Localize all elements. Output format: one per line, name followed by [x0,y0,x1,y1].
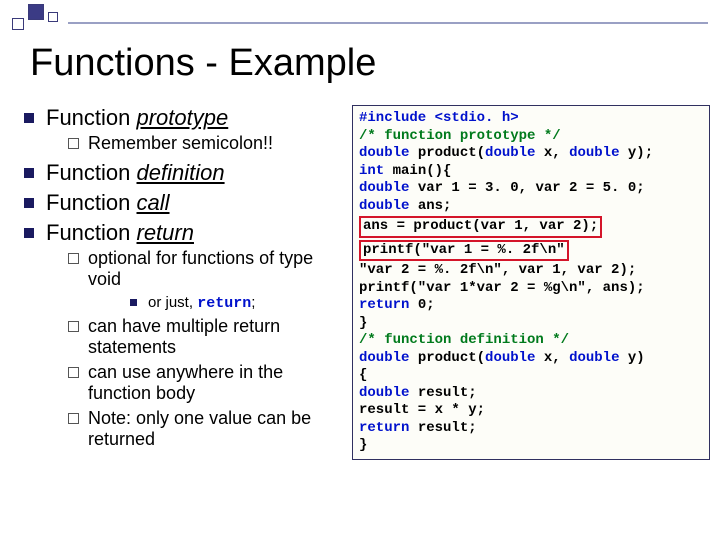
bullet-column: Function prototype Remember semicolon!! … [20,105,346,460]
slide-content: Function prototype Remember semicolon!! … [20,105,710,460]
bullet-return: Function return optional for functions o… [20,220,346,450]
sub-semicolon: Remember semicolon!! [46,133,346,154]
sub-optional-void: optional for functions of type void or j… [46,248,346,312]
code-block: #include <stdio. h> /* function prototyp… [352,105,710,460]
sub-anywhere-body: can use anywhere in the function body [46,362,346,404]
slide-title: Functions - Example [30,42,376,85]
slide-decoration [0,0,120,30]
sub-multiple-return: can have multiple return statements [46,316,346,358]
bullet-call: Function call [20,190,346,216]
highlight-call: ans = product(var 1, var 2); [359,216,602,238]
bullet-definition: Function definition [20,160,346,186]
bullet-prototype: Function prototype Remember semicolon!! [20,105,346,154]
sub-or-just-return: or just, return; [88,294,346,312]
sub-one-value: Note: only one value can be returned [46,408,346,450]
highlight-printf: printf("var 1 = %. 2f\n" [359,240,569,262]
